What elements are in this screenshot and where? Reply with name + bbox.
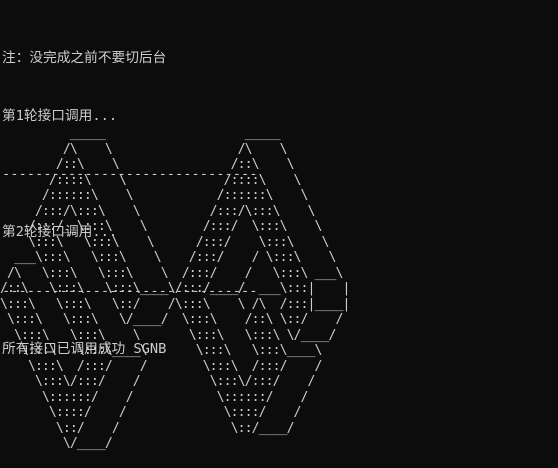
console-window[interactable]: 注：没完成之前不要切后台 第1轮接口调用... ----------------… [0,0,558,468]
notice-line: 注：没完成之前不要切后台 [2,49,167,66]
round-1-line: 第1轮接口调用... [2,108,118,125]
sg-ascii-art-logo: _____ _____ /\ \ /\ \ /::\ \ /::\ \ /:::… [0,126,350,451]
cursor [550,0,558,10]
